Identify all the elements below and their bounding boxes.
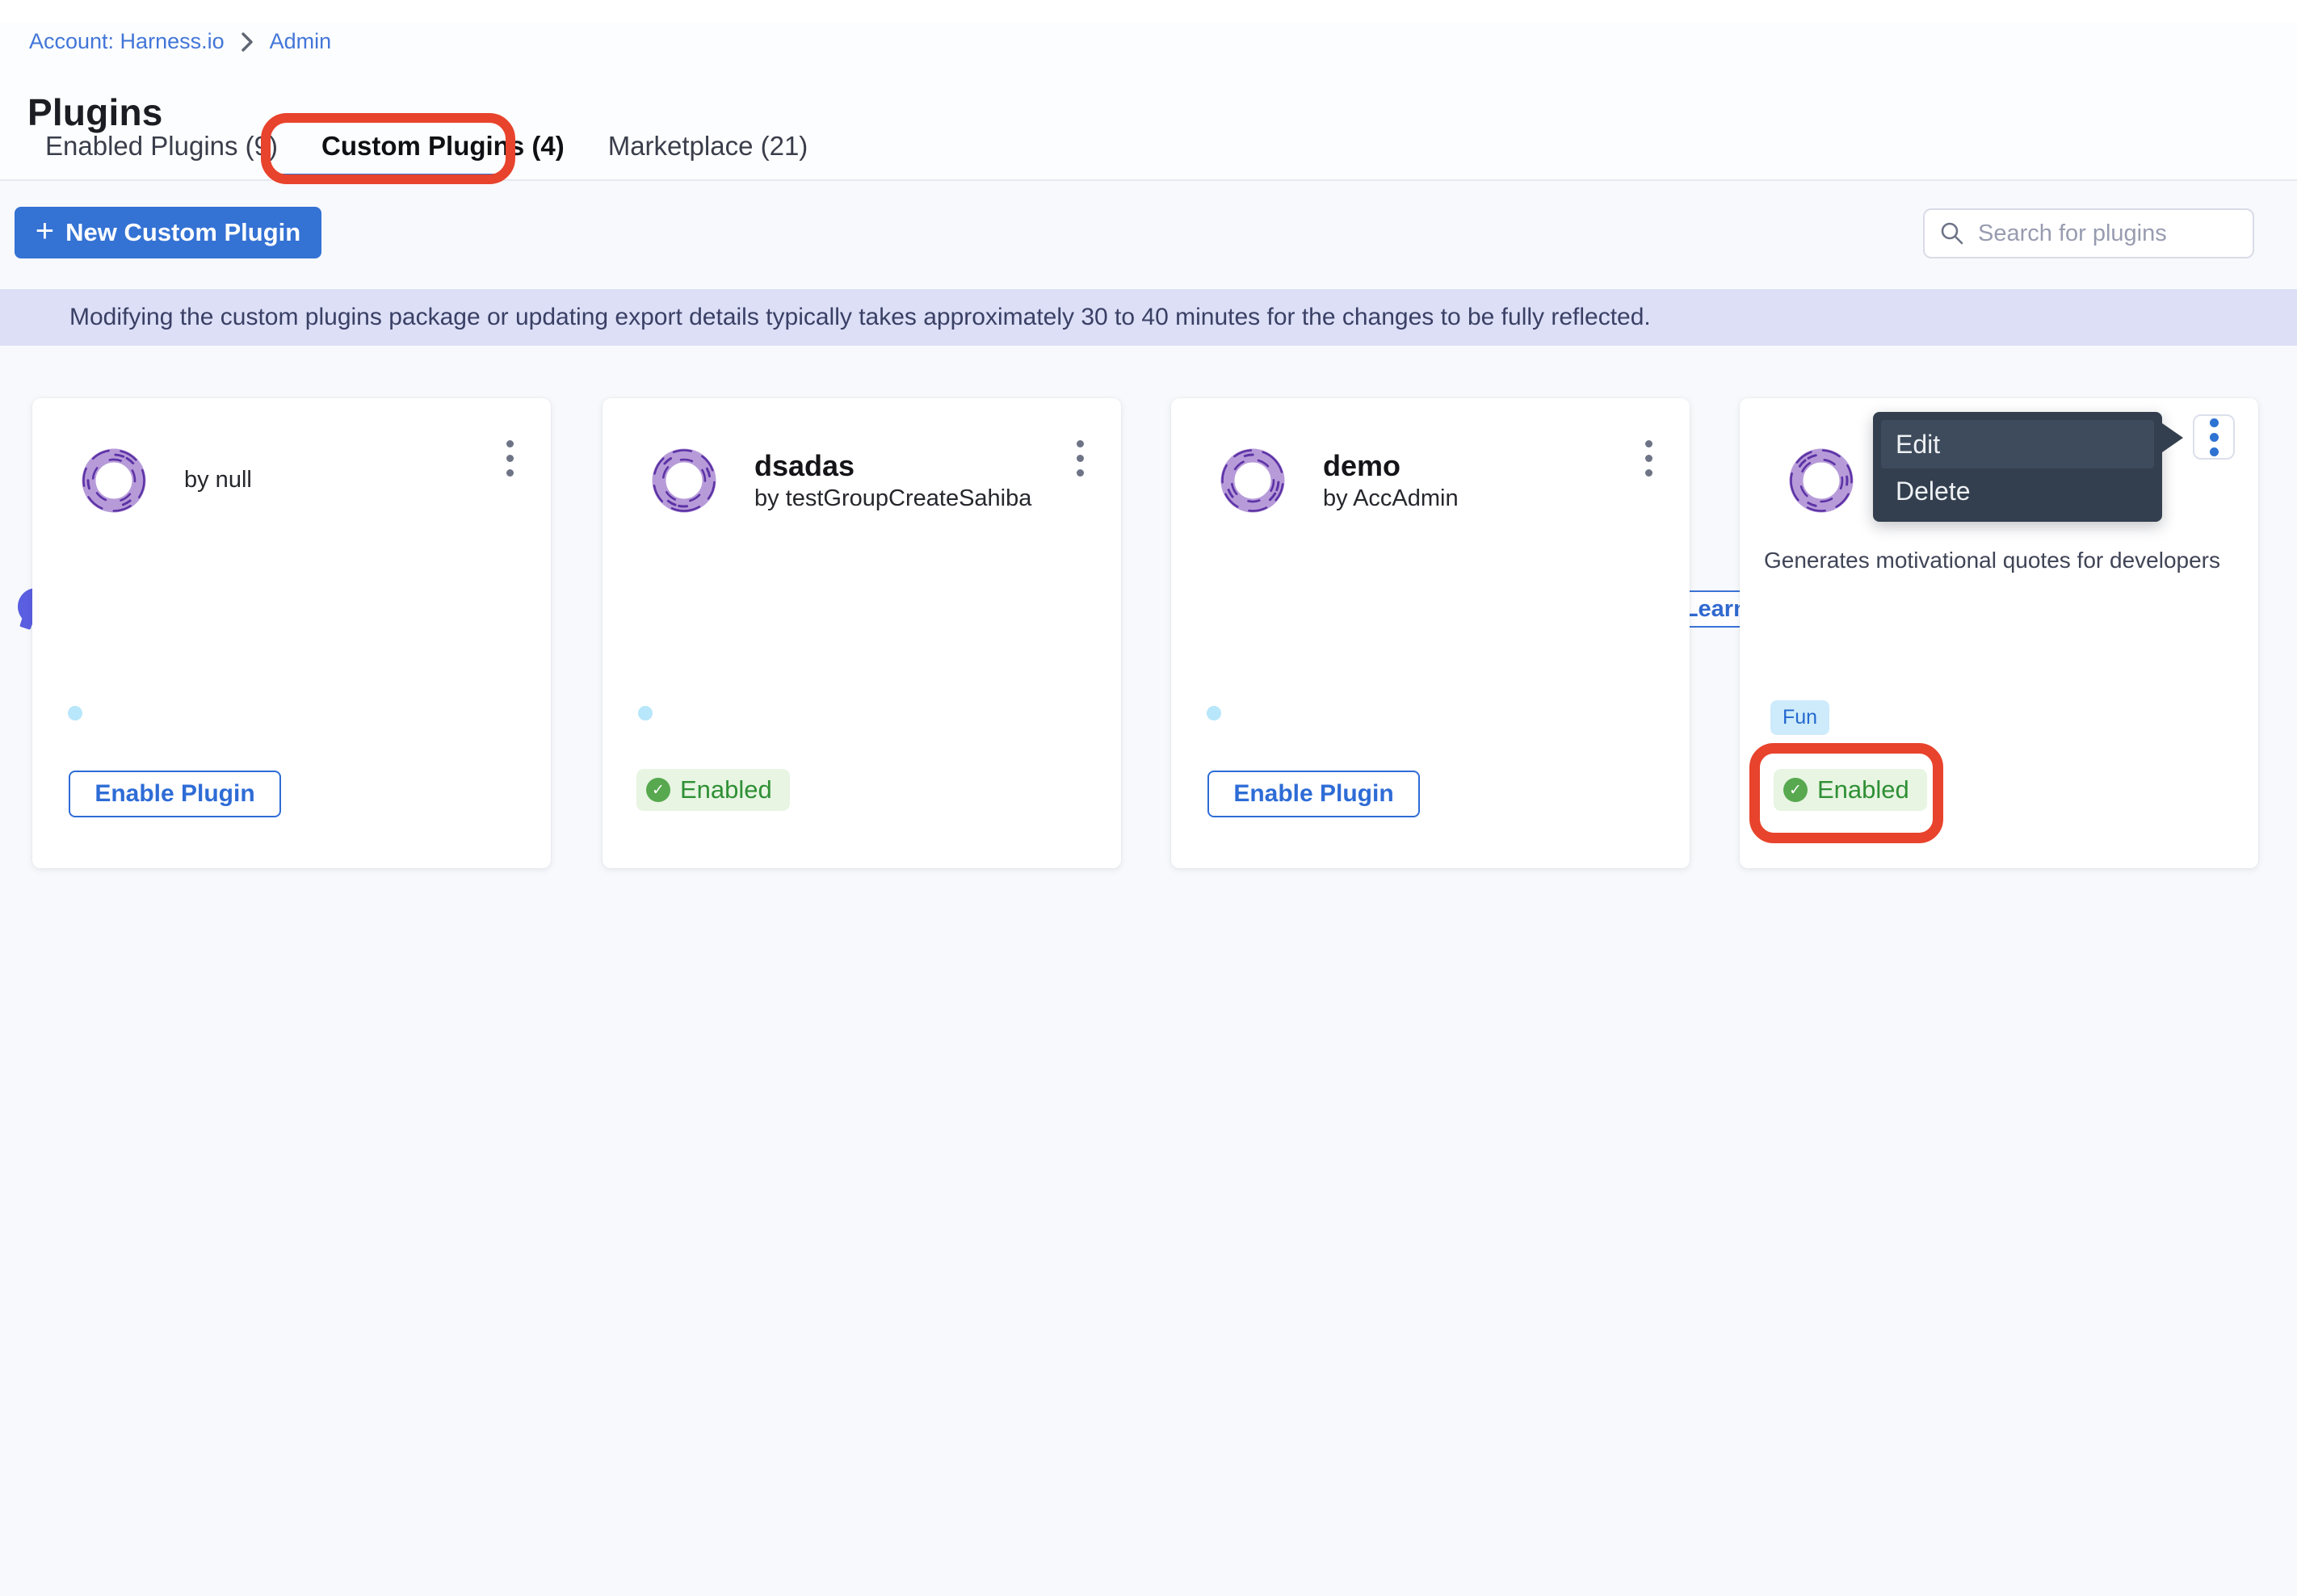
plugin-logo-icon (1784, 443, 1858, 518)
plugin-title: demo (1323, 447, 1459, 484)
breadcrumb-admin-link[interactable]: Admin (270, 29, 332, 54)
plugin-card: by null Enable Plugin (32, 398, 551, 868)
new-custom-plugin-button[interactable]: + New Custom Plugin (15, 207, 321, 258)
plugin-byline: by testGroupCreateSahiba (754, 484, 1031, 514)
tab-custom-plugins[interactable]: Custom Plugins (4) (320, 128, 566, 165)
status-dot (1207, 706, 1221, 720)
plugin-logo-icon (1216, 443, 1290, 518)
plugin-logo-icon (77, 443, 151, 518)
top-strip (0, 0, 2297, 23)
plugin-byline: by null (184, 465, 252, 496)
search-icon (1939, 220, 1965, 246)
kebab-menu-button[interactable] (502, 435, 519, 481)
plugin-card: demo by AccAdmin Enable Plugin (1171, 398, 1690, 868)
tab-bar: Enabled Plugins (9) Custom Plugins (4) M… (44, 128, 809, 165)
enable-plugin-button[interactable]: Enable Plugin (69, 771, 281, 817)
enable-plugin-button[interactable]: Enable Plugin (1207, 771, 1420, 817)
search-input[interactable] (1976, 220, 2238, 248)
plus-icon: + (36, 215, 54, 247)
plugin-logo-icon (647, 443, 721, 518)
tabs-divider (0, 179, 2297, 181)
info-banner: i Modifying the custom plugins package o… (0, 289, 2297, 346)
tab-enabled-plugins[interactable]: Enabled Plugins (9) (44, 128, 279, 165)
tag-badge: Fun (1770, 700, 1829, 735)
enabled-label: Enabled (1817, 775, 1909, 804)
context-menu: Edit Delete (1873, 412, 2162, 522)
plugin-description: Generates motivational quotes for develo… (1764, 545, 2236, 576)
status-dot (68, 706, 82, 720)
plugin-card: dsadas by testGroupCreateSahiba ✓ Enable… (603, 398, 1121, 868)
new-custom-plugin-label: New Custom Plugin (65, 218, 300, 247)
kebab-menu-button[interactable] (1072, 435, 1089, 481)
menu-item-delete[interactable]: Delete (1881, 468, 2154, 514)
check-circle-icon: ✓ (1783, 778, 1808, 802)
chevron-right-icon (239, 32, 255, 52)
enabled-status-badge: ✓ Enabled (1774, 769, 1927, 811)
status-dot (638, 706, 653, 720)
enabled-status-badge: ✓ Enabled (636, 769, 790, 811)
breadcrumb: Account: Harness.io Admin (29, 29, 331, 54)
banner-message: Modifying the custom plugins package or … (69, 289, 1651, 346)
kebab-menu-button[interactable] (1640, 435, 1657, 481)
plugin-search (1923, 208, 2254, 258)
tab-marketplace[interactable]: Marketplace (21) (607, 128, 810, 165)
plugin-title: dsadas (754, 447, 1031, 484)
check-circle-icon: ✓ (646, 778, 670, 802)
enabled-label: Enabled (680, 775, 772, 804)
kebab-menu-button-open[interactable] (2193, 414, 2235, 460)
active-tab-underline (276, 174, 502, 179)
breadcrumb-account-link[interactable]: Account: Harness.io (29, 29, 225, 54)
menu-item-edit[interactable]: Edit (1881, 420, 2154, 468)
plugin-byline: by AccAdmin (1323, 484, 1459, 514)
